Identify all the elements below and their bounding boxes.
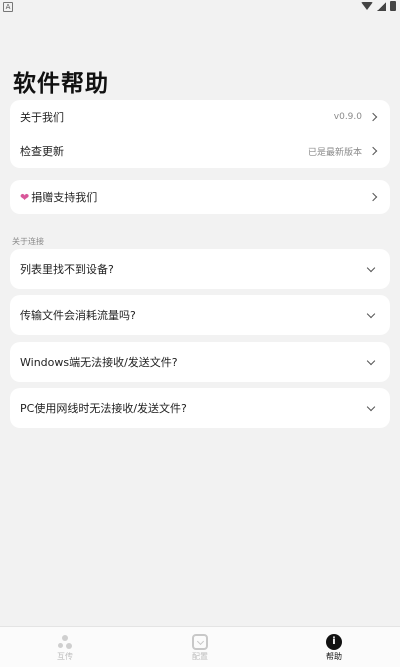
about-us-row[interactable]: 关于我们 v0.9.0 <box>10 100 390 134</box>
nav-item-help[interactable]: i 帮助 <box>294 627 374 667</box>
faq-item[interactable]: Windows端无法接收/发送文件? <box>10 342 390 382</box>
chevron-down-icon <box>366 356 376 365</box>
check-update-row[interactable]: 检查更新 已是最新版本 <box>10 134 390 168</box>
update-status-value: 已是最新版本 <box>307 147 362 158</box>
nav-label: 帮助 <box>326 652 342 661</box>
faq-row[interactable]: PC使用网线时无法接收/发送文件? <box>10 388 390 428</box>
faq-row[interactable]: 列表里找不到设备? <box>10 249 390 289</box>
nav-label: 配置 <box>192 652 208 661</box>
chevron-right-icon <box>368 146 378 156</box>
nav-item-config[interactable]: 配置 <box>160 627 240 667</box>
faq-question: Windows端无法接收/发送文件? <box>20 356 178 369</box>
chevron-right-icon <box>368 192 378 202</box>
signal-icon <box>377 1 386 11</box>
nav-item-transfer[interactable]: 互传 <box>25 627 105 667</box>
status-bar: A <box>0 0 400 14</box>
nav-label: 互传 <box>57 652 73 661</box>
bottom-nav: 互传 配置 i 帮助 <box>0 626 400 667</box>
faq-question: 传输文件会消耗流量吗? <box>20 309 136 322</box>
faq-row[interactable]: Windows端无法接收/发送文件? <box>10 342 390 382</box>
section-label: 关于连接 <box>12 237 44 246</box>
dots-icon <box>57 634 73 650</box>
faq-question: PC使用网线时无法接收/发送文件? <box>20 402 187 415</box>
donate-card[interactable]: ❤ 捐赠支持我们 <box>10 180 390 214</box>
check-update-label: 检查更新 <box>20 145 64 158</box>
faq-row[interactable]: 传输文件会消耗流量吗? <box>10 295 390 335</box>
wifi-icon <box>361 2 373 10</box>
chevron-down-icon <box>366 402 376 411</box>
chevron-down-icon <box>366 309 376 318</box>
heart-icon: ❤ <box>20 190 30 204</box>
page-title: 软件帮助 <box>13 71 109 97</box>
faq-question: 列表里找不到设备? <box>20 263 114 276</box>
info-card: 关于我们 v0.9.0 检查更新 已是最新版本 <box>10 100 390 168</box>
version-value: v0.9.0 <box>333 112 362 122</box>
faq-item[interactable]: 列表里找不到设备? <box>10 249 390 289</box>
faq-item[interactable]: PC使用网线时无法接收/发送文件? <box>10 388 390 428</box>
battery-icon <box>390 1 396 11</box>
chevron-right-icon <box>368 112 378 122</box>
app-notification-icon: A <box>3 2 13 12</box>
donate-label: 捐赠支持我们 <box>31 191 98 204</box>
status-icons <box>361 1 396 11</box>
about-us-label: 关于我们 <box>20 111 64 124</box>
cube-icon <box>192 634 208 650</box>
chevron-down-icon <box>366 263 376 272</box>
info-icon: i <box>326 634 342 650</box>
faq-item[interactable]: 传输文件会消耗流量吗? <box>10 295 390 335</box>
donate-row[interactable]: ❤ 捐赠支持我们 <box>10 180 390 214</box>
